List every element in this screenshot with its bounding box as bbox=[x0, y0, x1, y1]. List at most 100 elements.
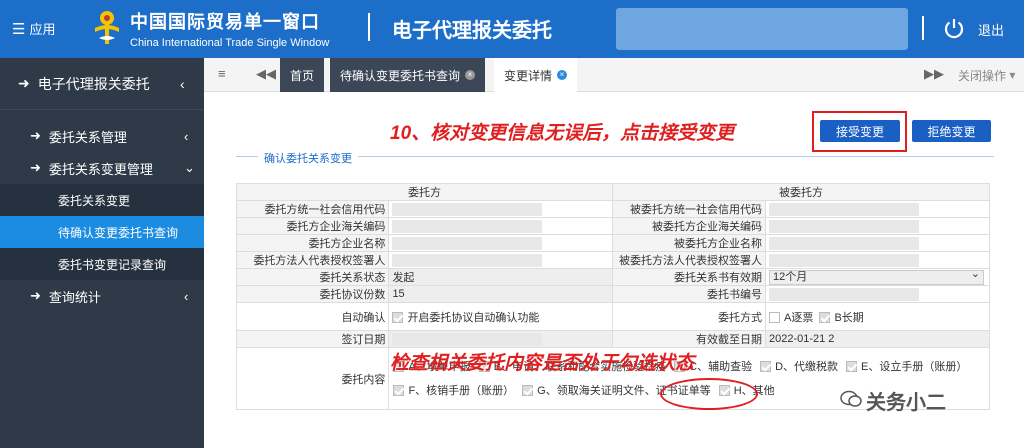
tab-change-detail[interactable]: 变更详情 × bbox=[494, 58, 578, 92]
blurred-value bbox=[768, 253, 919, 267]
field-label: 委托内容 bbox=[235, 347, 390, 410]
wechat-icon bbox=[840, 390, 862, 407]
close-icon[interactable]: × bbox=[465, 70, 476, 80]
mode-b-label: B长期 bbox=[834, 311, 864, 324]
blurred-value bbox=[392, 236, 543, 250]
field-label: 委托方统一社会信用代码 bbox=[235, 200, 390, 218]
enter-icon: ➜ bbox=[18, 75, 30, 91]
field-label: 委托方企业海关编码 bbox=[235, 217, 390, 235]
blurred-value bbox=[392, 253, 543, 267]
status-value: 发起 bbox=[388, 268, 614, 286]
field-label: 有效截至日期 bbox=[612, 330, 766, 348]
content-option-label: F、核销手册（账册） bbox=[408, 384, 515, 397]
close-operations-menu[interactable]: 关闭操作 ▾ bbox=[958, 58, 1015, 92]
step-annotation: 10、核对变更信息无误后，点击接受变更 bbox=[390, 123, 735, 144]
table-row: 签订日期 有效截至日期 2022-01-21 2 bbox=[235, 330, 991, 348]
sidebar: ➜ 电子代理报关委托 ‹ ➜ 委托关系管理 ‹ ➜ 委托关系变更管理 ⌄ 委托关… bbox=[0, 58, 204, 448]
field-label: 委托书编号 bbox=[612, 285, 766, 303]
blurred-value bbox=[768, 236, 919, 250]
blurred-value bbox=[768, 202, 919, 216]
expire-value: 2022-01-21 2 bbox=[764, 330, 991, 348]
enter-icon: ➜ bbox=[30, 288, 41, 303]
content-checkbox[interactable] bbox=[522, 385, 534, 397]
content-option[interactable]: E、设立手册（账册） bbox=[846, 361, 967, 373]
brand-en: China International Trade Single Window bbox=[130, 37, 330, 49]
close-ops-label: 关闭操作 bbox=[958, 68, 1007, 83]
content-option[interactable]: D、代缴税款 bbox=[760, 361, 838, 373]
tab-label: 待确认变更委托书查询 bbox=[340, 68, 461, 83]
blurred-value bbox=[392, 202, 543, 216]
header-divider bbox=[368, 13, 370, 41]
tab-prev-icon[interactable]: ◀◀ bbox=[256, 66, 276, 82]
enter-icon: ➜ bbox=[30, 128, 41, 143]
close-icon[interactable]: × bbox=[557, 70, 568, 80]
field-label: 委托方法人代表授权签署人 bbox=[235, 251, 390, 269]
app-menu-button[interactable]: ☰ 应用 bbox=[12, 19, 55, 38]
field-label: 委托方企业名称 bbox=[235, 234, 390, 252]
blurred-value bbox=[768, 287, 919, 301]
content-checkbox[interactable] bbox=[760, 361, 772, 373]
check-annotation: 检查相关委托内容是否处于勾选状态 bbox=[390, 353, 695, 374]
sidebar-item-label: 委托关系管理 bbox=[48, 129, 127, 145]
table-row: 委托方企业海关编码 被委托方企业海关编码 bbox=[235, 217, 991, 235]
sidebar-item-label: 查询统计 bbox=[48, 289, 101, 305]
reject-change-button[interactable]: 拒绝变更 bbox=[912, 120, 991, 142]
content-checkbox[interactable] bbox=[393, 385, 405, 397]
sidebar-subitem-change-records[interactable]: 委托书变更记录查询 bbox=[0, 248, 204, 280]
accept-change-button[interactable]: 接受变更 bbox=[820, 120, 900, 142]
col-header-principal: 委托方 bbox=[235, 183, 614, 201]
system-title: 电子代理报关委托 bbox=[392, 20, 552, 42]
col-header-agent: 被委托方 bbox=[612, 183, 990, 201]
logout-button[interactable]: 退出 bbox=[978, 20, 1004, 39]
sidebar-item-change-management[interactable]: ➜ 委托关系变更管理 ⌄ bbox=[0, 152, 204, 184]
power-icon[interactable] bbox=[943, 17, 965, 39]
mode-b-checkbox[interactable] bbox=[819, 312, 831, 324]
field-label: 委托关系书有效期 bbox=[612, 268, 766, 286]
watermark: 关务小二 bbox=[866, 392, 946, 414]
table-row: 委托方企业名称 被委托方企业名称 bbox=[235, 234, 991, 252]
mode-a-label: A逐票 bbox=[783, 311, 814, 324]
content-option-label: D、代缴税款 bbox=[775, 360, 839, 373]
blurred-value bbox=[768, 219, 919, 233]
tab-pending-query[interactable]: 待确认变更委托书查询 × bbox=[330, 58, 486, 92]
tab-label: 首页 bbox=[290, 68, 315, 83]
field-label: 签订日期 bbox=[235, 330, 390, 348]
mode-a-checkbox[interactable] bbox=[768, 312, 780, 324]
top-header: ☰ 应用 中国国际贸易单一窗口 China International Trad… bbox=[0, 0, 1024, 58]
tab-label: 变更详情 bbox=[504, 68, 553, 83]
content-checkbox[interactable] bbox=[846, 361, 858, 373]
chevron-left-icon: ‹ bbox=[180, 76, 185, 92]
header-divider-2 bbox=[922, 16, 924, 40]
user-info-blurred bbox=[616, 8, 908, 50]
enter-icon: ➜ bbox=[30, 160, 41, 175]
field-label: 委托关系状态 bbox=[235, 268, 390, 286]
table-row: 委托协议份数 15 委托书编号 bbox=[235, 285, 991, 303]
auto-confirm-checkbox[interactable] bbox=[392, 312, 404, 324]
table-row: 自动确认 开启委托协议自动确认功能 委托方式 A逐票 B长期 bbox=[235, 302, 991, 331]
content-option[interactable]: F、核销手册（账册） bbox=[393, 385, 514, 397]
sidebar-subitem-change[interactable]: 委托关系变更 bbox=[0, 184, 204, 216]
copies-value: 15 bbox=[388, 285, 614, 303]
tab-next-icon[interactable]: ▶▶ bbox=[924, 66, 944, 82]
auto-confirm-label: 开启委托协议自动确认功能 bbox=[407, 311, 540, 324]
field-label: 委托协议份数 bbox=[235, 285, 390, 303]
content-option-label: E、设立手册（账册） bbox=[861, 360, 968, 373]
sidebar-item-relationship[interactable]: ➜ 委托关系管理 ‹ bbox=[0, 120, 204, 152]
highlight-ellipse bbox=[660, 378, 758, 410]
app-menu-label: 应用 bbox=[29, 22, 56, 37]
blurred-value bbox=[392, 219, 543, 233]
sidebar-title-label: 电子代理报关委托 bbox=[37, 75, 150, 92]
content-option-label: C、辅助查验 bbox=[689, 360, 753, 373]
field-label: 自动确认 bbox=[235, 302, 390, 331]
sidebar-subitem-pending-query[interactable]: 待确认变更委托书查询 bbox=[0, 216, 204, 248]
tab-home[interactable]: 首页 bbox=[280, 58, 325, 92]
chevron-left-icon: ‹ bbox=[184, 128, 189, 144]
sidebar-title[interactable]: ➜ 电子代理报关委托 ‹ bbox=[0, 58, 204, 110]
field-label: 被委托方企业海关编码 bbox=[612, 217, 766, 235]
validity-select[interactable]: 12个月 bbox=[768, 269, 984, 285]
sidebar-item-stats[interactable]: ➜ 查询统计 ‹ bbox=[0, 280, 204, 312]
table-row: 委托方统一社会信用代码 被委托方统一社会信用代码 bbox=[235, 200, 991, 218]
menu-toggle-icon[interactable]: ≡ bbox=[218, 66, 226, 81]
blurred-value bbox=[392, 332, 543, 346]
field-label: 被委托方企业名称 bbox=[612, 234, 766, 252]
